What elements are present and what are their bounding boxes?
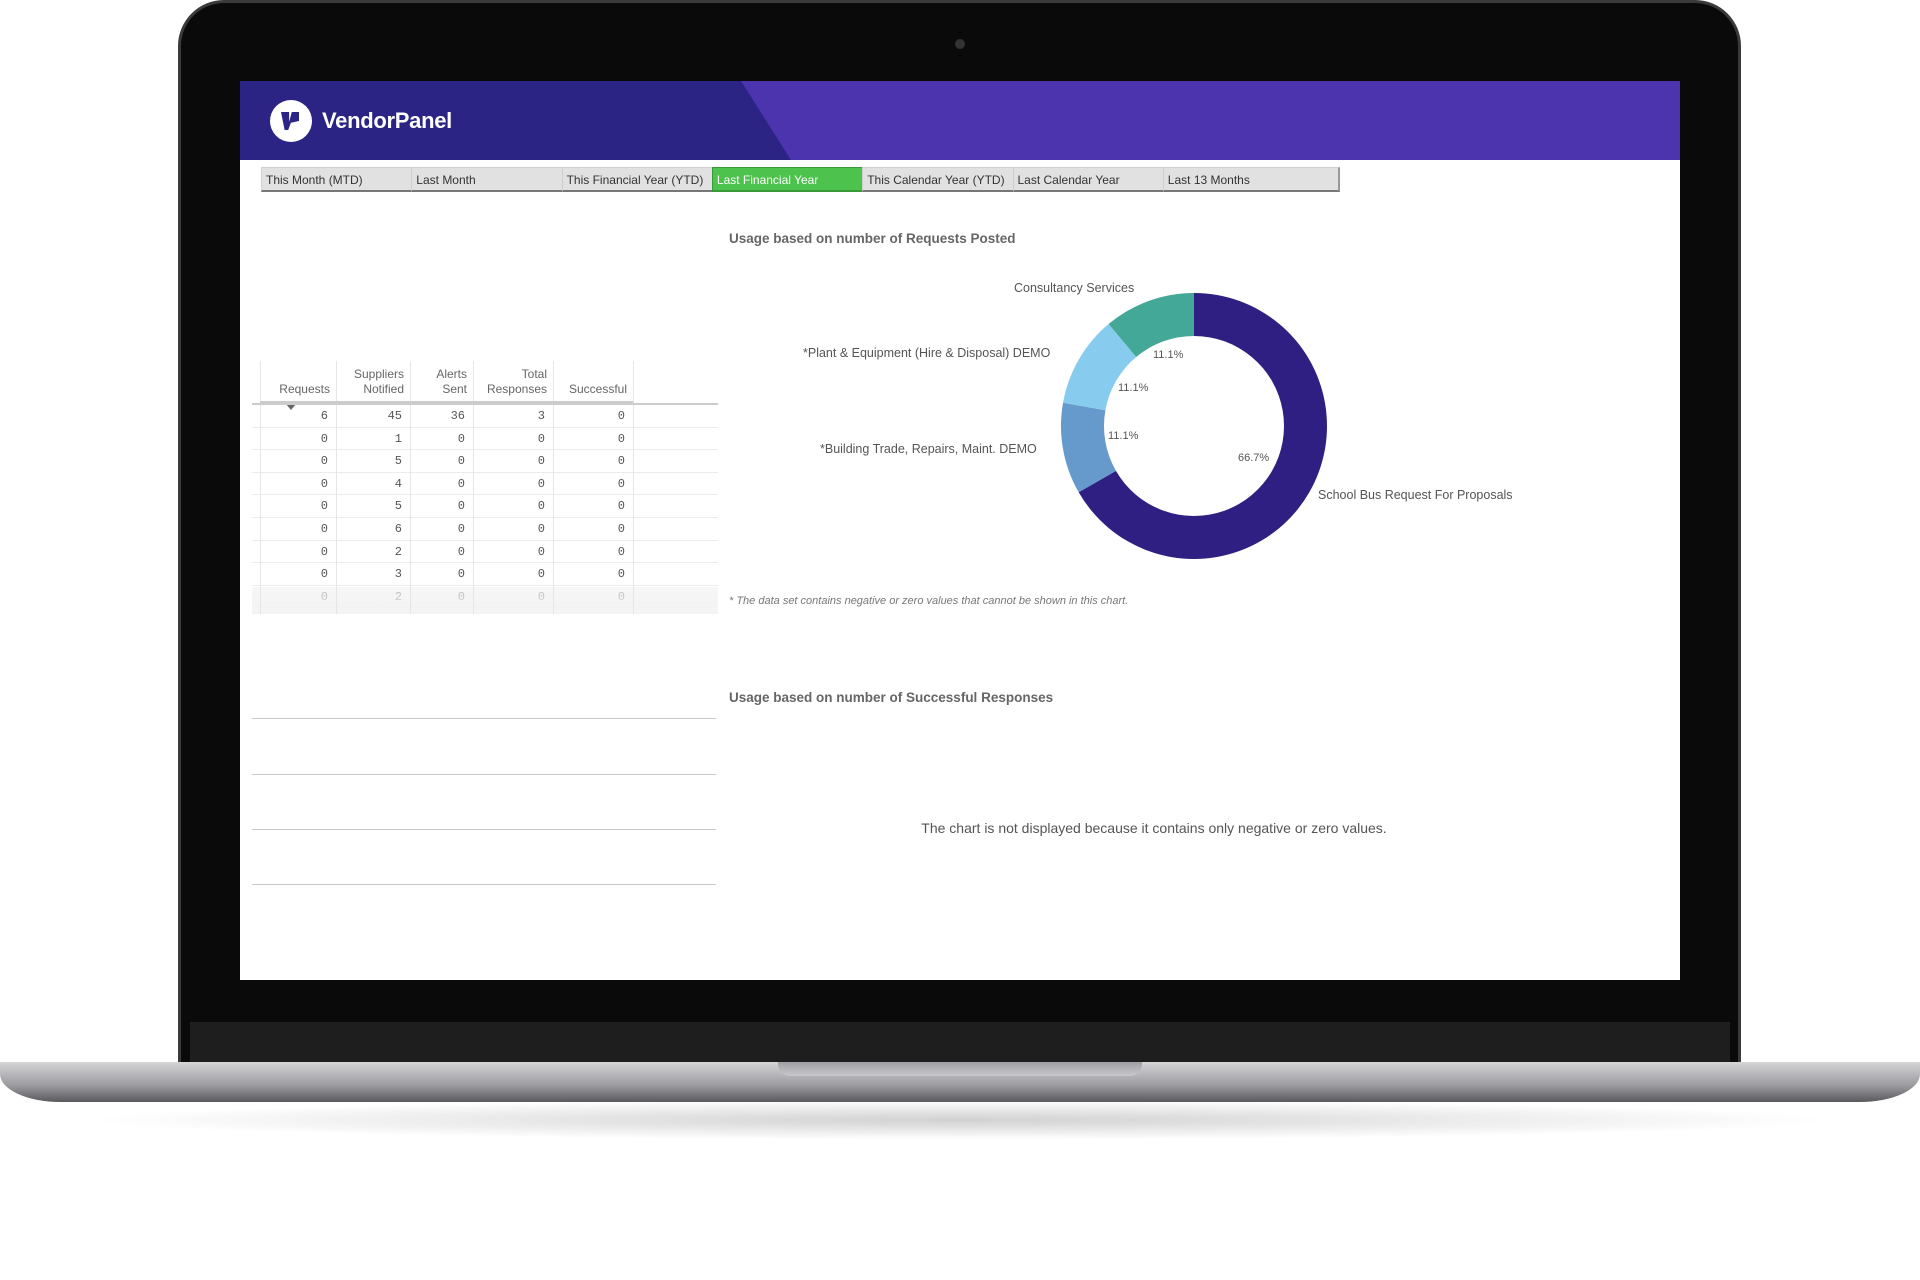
table-row[interactable]: 0 6 0 0 0: [252, 518, 718, 541]
column-header-text: Requests: [279, 382, 330, 396]
column-header-text: Total: [521, 367, 547, 381]
slice-label: Consultancy Services: [1014, 281, 1135, 295]
table-cell: 0: [617, 567, 625, 582]
logo[interactable]: VendorPanel: [270, 100, 452, 142]
chart-title-responses: Usage based on number of Successful Resp…: [729, 690, 1054, 705]
column-header[interactable]: Requests: [260, 361, 336, 403]
slice-value: 11.1%: [1153, 349, 1184, 361]
table-cell: 6: [394, 522, 402, 536]
table-cell: 0: [617, 499, 625, 514]
slice-label: School Bus Request For Proposals: [1318, 488, 1513, 502]
table-cell: 5: [394, 499, 402, 514]
table-cell: 0: [537, 476, 545, 491]
slice-value: 66.7%: [1238, 452, 1270, 464]
tab-last-13-months[interactable]: Last 13 Months: [1162, 167, 1340, 192]
header-divider: [252, 403, 718, 405]
table-cell: 2: [394, 544, 402, 559]
table-cell: 0: [537, 544, 545, 559]
table-cell: 0: [617, 454, 625, 469]
table-cell: 0: [457, 544, 465, 559]
table-cell: 0: [617, 409, 625, 423]
table-cell: 0: [617, 431, 625, 446]
table-cell: 36: [450, 409, 465, 423]
screen: VendorPanel This Month (MTD) Last Month Th…: [240, 81, 1680, 980]
table-cell: 0: [617, 544, 625, 559]
table-cell: 5: [394, 454, 402, 469]
table-cell: 0: [457, 431, 465, 446]
vendorpanel-logo-icon: [270, 100, 312, 142]
table-cell: 0: [320, 544, 328, 559]
divider: [252, 774, 716, 775]
table-cell: 0: [457, 454, 465, 469]
table-cell: 6: [320, 409, 328, 423]
column-header-text: Suppliers: [353, 367, 404, 381]
table-row[interactable]: 0 2 0 0 0: [252, 541, 718, 564]
column-header[interactable]: Successful: [553, 361, 633, 403]
divider: [252, 718, 716, 719]
table-cell: 3: [394, 567, 402, 582]
column-header-text: Successful: [568, 382, 627, 396]
table-cell: 0: [320, 499, 328, 514]
table-cell: 0: [320, 431, 328, 446]
table-cell: 0: [457, 499, 465, 514]
table-cell: 45: [387, 409, 402, 423]
table-row[interactable]: 0 5 0 0 0: [252, 495, 718, 518]
column-header-text: Sent: [442, 382, 467, 396]
slice-label: *Plant & Equipment (Hire & Disposal) DEM…: [803, 346, 1051, 360]
column-header-text: Notified: [363, 382, 404, 396]
table-cell: 0: [320, 567, 328, 582]
table-cell: 0: [537, 454, 545, 469]
table-cell: 0: [320, 454, 328, 469]
table-row[interactable]: 0 3 0 0 0: [252, 563, 718, 586]
chart-footnote: * The data set contains negative or zero…: [729, 595, 1129, 607]
laptop-chin: [190, 1022, 1730, 1062]
usage-table: 6 45 36 3 0 0 1 0 0 0 0 5 0 0 0 0 4 0 0 0 0 5 0 0 0 0 6 0 0 0 0 2 0 0 0 0 3 0…: [252, 361, 718, 614]
table-cell: 0: [537, 522, 545, 536]
column-header-text: Responses: [486, 382, 547, 396]
brand-name: VendorPanel: [322, 108, 452, 133]
table-cell: 0: [537, 499, 545, 514]
slice-value: 11.1%: [1108, 430, 1139, 442]
table-cell: 0: [320, 476, 328, 491]
column-header[interactable]: Total Responses: [473, 361, 553, 403]
table-cell: 0: [457, 522, 465, 536]
column-header[interactable]: Alerts Sent: [410, 361, 473, 403]
column-header[interactable]: Suppliers Notified: [336, 361, 410, 403]
slice-label: *Building Trade, Repairs, Maint. DEMO: [820, 442, 1037, 456]
table-row[interactable]: 0 4 0 0 0: [252, 473, 718, 496]
table-cell: 3: [537, 409, 545, 423]
table-cell: 0: [457, 567, 465, 582]
app-header: VendorPanel: [240, 81, 1680, 160]
table-cell: 0: [457, 476, 465, 491]
laptop-notch: [778, 1062, 1142, 1076]
table-row[interactable]: 0 1 0 0 0: [252, 428, 718, 451]
table-row[interactable]: 6 45 36 3 0: [252, 405, 718, 428]
column-divider: [633, 361, 634, 614]
laptop-shadow: [80, 1100, 1840, 1140]
requests-donut-chart: [1061, 293, 1327, 559]
table-cell: 1: [394, 431, 402, 446]
table-cell: 0: [320, 522, 328, 536]
table-cell: 0: [617, 522, 625, 536]
chart-empty-message: The chart is not displayed because it co…: [921, 820, 1387, 836]
table-row[interactable]: 0 5 0 0 0: [252, 450, 718, 473]
table-cell: 0: [537, 567, 545, 582]
table-cell: 0: [537, 431, 545, 446]
divider: [252, 829, 716, 830]
table-cell: 4: [394, 476, 402, 491]
divider: [252, 884, 716, 885]
column-header-text: Alerts: [436, 367, 467, 381]
table-cell: 0: [617, 476, 625, 491]
table-scroll-fade: [252, 587, 718, 614]
camera-icon: [955, 39, 965, 49]
chart-title-requests: Usage based on number of Requests Posted: [729, 231, 1016, 246]
slice-value: 11.1%: [1118, 382, 1149, 394]
